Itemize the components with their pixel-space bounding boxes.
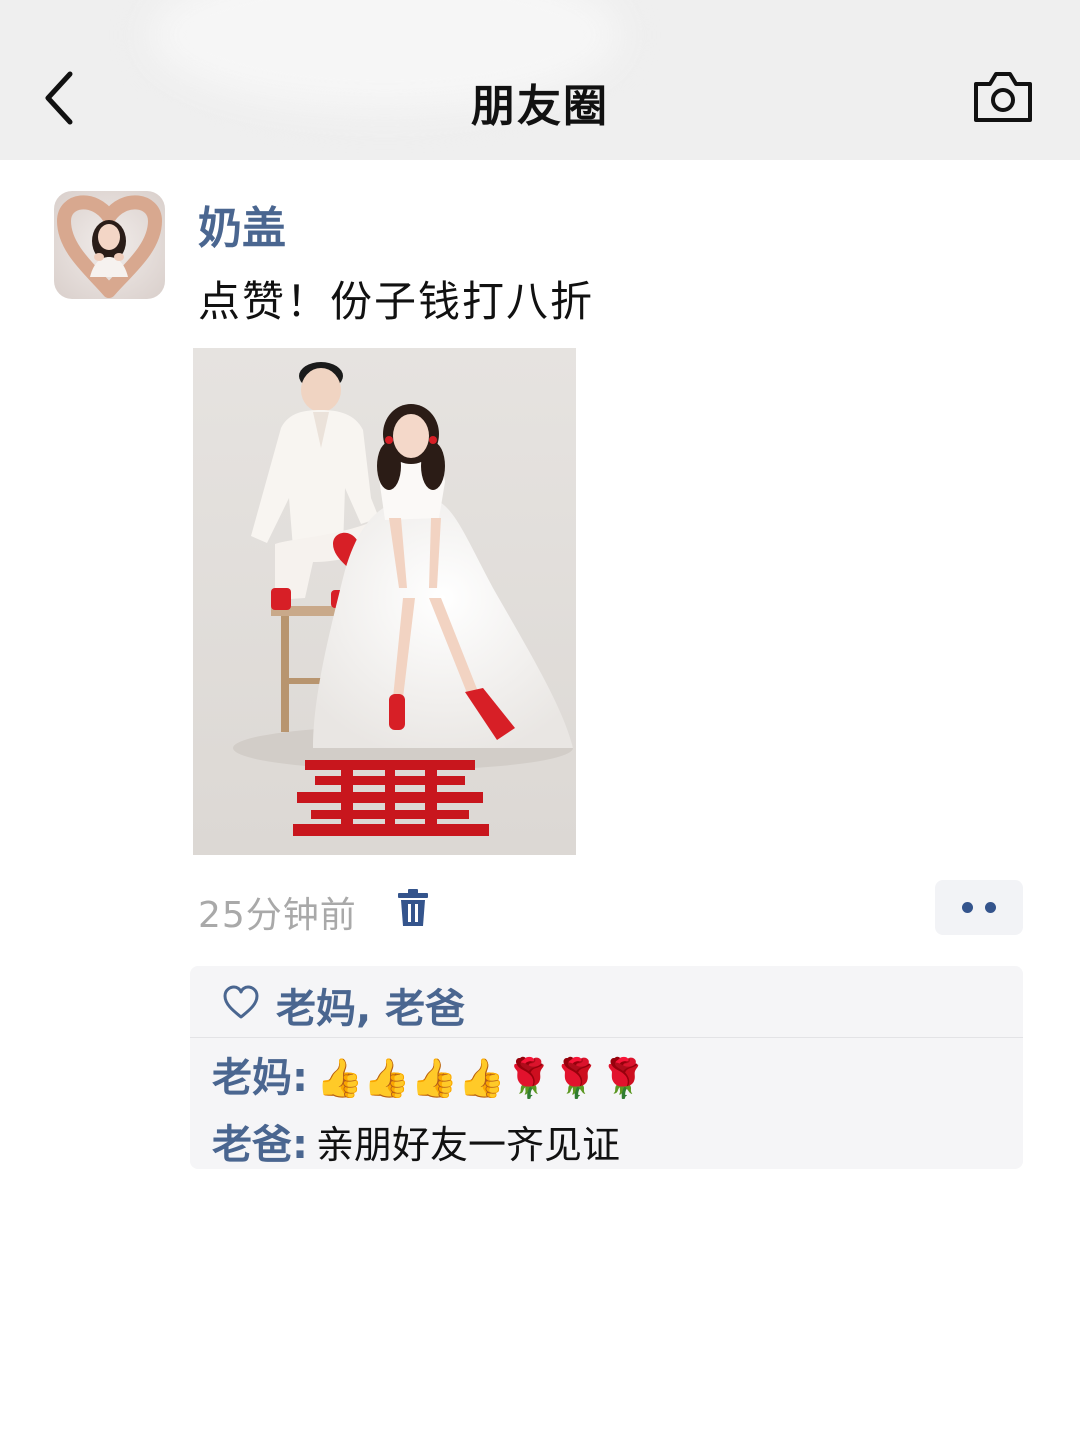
- comment-author[interactable]: 老爸: [212, 1122, 292, 1168]
- comment-item[interactable]: 老爸: 亲朋好友一齐见证: [212, 1112, 620, 1170]
- post-photo[interactable]: [193, 348, 576, 855]
- likes-row: 老妈, 老爸: [190, 966, 1023, 1037]
- avatar-image: [54, 191, 165, 299]
- delete-button[interactable]: [396, 888, 430, 928]
- trash-icon: [398, 889, 428, 926]
- panel-divider: [190, 1037, 1023, 1038]
- comment-colon: :: [292, 1122, 308, 1168]
- post-time: 25分钟前: [198, 895, 357, 936]
- more-dots-icon: [985, 902, 996, 913]
- heart-icon: [223, 985, 259, 1019]
- author-name[interactable]: 奶盖: [198, 192, 286, 256]
- page-title: 朋友圈: [471, 81, 609, 132]
- comment-item[interactable]: 老妈: 👍👍👍👍🌹🌹🌹: [212, 1045, 647, 1103]
- wedding-photo-image: [193, 348, 576, 855]
- top-bar: 朋友圈: [0, 0, 1080, 160]
- comment-author[interactable]: 老妈: [212, 1055, 292, 1101]
- comment-text: 亲朋好友一齐见证: [316, 1123, 621, 1167]
- more-actions-button[interactable]: [935, 880, 1023, 935]
- likes-names[interactable]: 老妈, 老爸: [276, 976, 465, 1034]
- camera-button[interactable]: [968, 68, 1038, 128]
- author-avatar[interactable]: [54, 191, 165, 299]
- camera-icon: [974, 72, 1032, 122]
- more-dots-icon: [962, 902, 973, 913]
- comment-text: 👍👍👍👍🌹🌹🌹: [316, 1056, 648, 1100]
- post-text: 点赞！份子钱打八折: [198, 277, 595, 326]
- comment-colon: :: [292, 1055, 308, 1101]
